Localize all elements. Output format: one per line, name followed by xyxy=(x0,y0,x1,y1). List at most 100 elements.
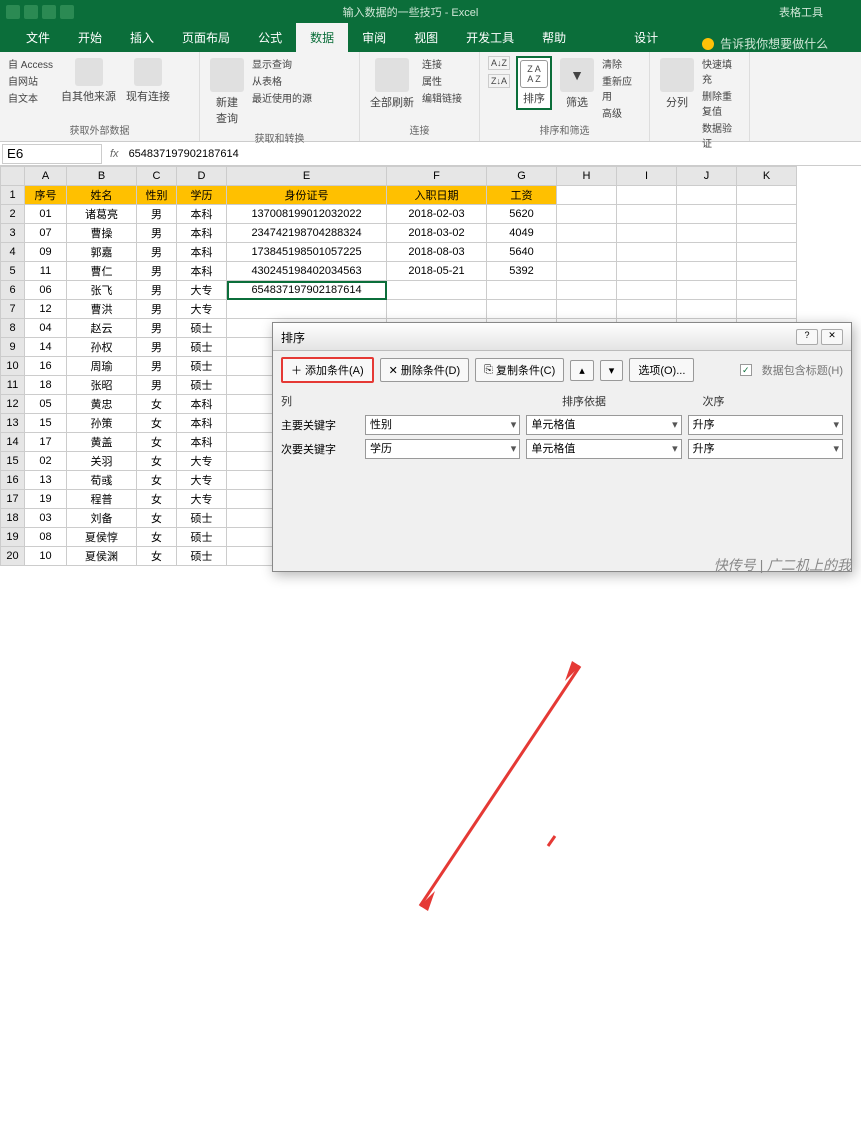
move-down-button[interactable]: ▾ xyxy=(600,360,624,381)
col-header-E[interactable]: E xyxy=(227,167,387,186)
dialog-close-icon[interactable]: ✕ xyxy=(821,329,843,345)
cell[interactable] xyxy=(557,243,617,262)
cell[interactable]: 诸葛亮 xyxy=(67,205,137,224)
cell[interactable] xyxy=(617,224,677,243)
from-table[interactable]: 从表格 xyxy=(252,73,312,88)
save-icon[interactable] xyxy=(6,5,20,19)
col-header-G[interactable]: G xyxy=(487,167,557,186)
cell[interactable]: 张昭 xyxy=(67,376,137,395)
text-to-cols[interactable]: 分列 xyxy=(658,56,696,112)
show-query[interactable]: 显示查询 xyxy=(252,56,312,71)
cell[interactable]: 本科 xyxy=(177,262,227,281)
cell[interactable]: 硕士 xyxy=(177,528,227,547)
qat-more-icon[interactable] xyxy=(60,5,74,19)
tell-me[interactable]: 告诉我你想要做什么 xyxy=(702,35,828,52)
cell[interactable]: 刘备 xyxy=(67,509,137,528)
cell[interactable]: 关羽 xyxy=(67,452,137,471)
tab-help[interactable]: 帮助 xyxy=(528,23,580,52)
cell[interactable]: 本科 xyxy=(177,243,227,262)
cell[interactable] xyxy=(557,224,617,243)
cell[interactable]: 男 xyxy=(137,376,177,395)
cell[interactable]: 07 xyxy=(25,224,67,243)
cell[interactable]: 05 xyxy=(25,395,67,414)
clear-filter[interactable]: 清除 xyxy=(602,56,641,71)
row-header[interactable]: 6 xyxy=(1,281,25,300)
cell[interactable] xyxy=(557,300,617,319)
move-up-button[interactable]: ▴ xyxy=(570,360,594,381)
filter-button[interactable]: ▼筛选 xyxy=(558,56,596,112)
basis2-select[interactable]: 单元格值 xyxy=(526,439,681,459)
cell[interactable]: 16 xyxy=(25,357,67,376)
cell[interactable]: 10 xyxy=(25,547,67,566)
from-text[interactable]: 自文本 xyxy=(8,90,53,105)
cell[interactable]: 2018-02-03 xyxy=(387,205,487,224)
cell[interactable]: 5620 xyxy=(487,205,557,224)
cell[interactable]: 12 xyxy=(25,300,67,319)
col-header-F[interactable]: F xyxy=(387,167,487,186)
table-header[interactable]: 身份证号 xyxy=(227,186,387,205)
cell[interactable]: 11 xyxy=(25,262,67,281)
cell[interactable]: 本科 xyxy=(177,433,227,452)
cell[interactable]: 曹洪 xyxy=(67,300,137,319)
cell[interactable]: 173845198501057225 xyxy=(227,243,387,262)
cell[interactable]: 大专 xyxy=(177,471,227,490)
cell[interactable]: 女 xyxy=(137,509,177,528)
cell[interactable]: 张飞 xyxy=(67,281,137,300)
cell[interactable] xyxy=(737,205,797,224)
cell[interactable]: 女 xyxy=(137,547,177,566)
cell[interactable]: 大专 xyxy=(177,300,227,319)
col-header-C[interactable]: C xyxy=(137,167,177,186)
cell[interactable] xyxy=(227,300,387,319)
fx-icon[interactable]: fx xyxy=(104,148,125,160)
cell[interactable]: 曹仁 xyxy=(67,262,137,281)
row-header[interactable]: 4 xyxy=(1,243,25,262)
cell[interactable] xyxy=(677,300,737,319)
row-header[interactable]: 9 xyxy=(1,338,25,357)
cell[interactable]: 孙策 xyxy=(67,414,137,433)
cell[interactable] xyxy=(737,262,797,281)
table-header[interactable]: 序号 xyxy=(25,186,67,205)
cell[interactable]: 夏侯渊 xyxy=(67,547,137,566)
cell[interactable]: 137008199012032022 xyxy=(227,205,387,224)
cell[interactable] xyxy=(677,205,737,224)
tab-layout[interactable]: 页面布局 xyxy=(168,23,244,52)
cell[interactable]: 06 xyxy=(25,281,67,300)
col-header-D[interactable]: D xyxy=(177,167,227,186)
cell[interactable]: 男 xyxy=(137,281,177,300)
cell[interactable]: 硕士 xyxy=(177,376,227,395)
col-header-A[interactable]: A xyxy=(25,167,67,186)
cell[interactable]: 男 xyxy=(137,357,177,376)
cell[interactable] xyxy=(677,243,737,262)
row-header[interactable]: 18 xyxy=(1,509,25,528)
formula-input[interactable]: 654837197902187614 xyxy=(125,146,861,162)
cell[interactable]: 234742198704288324 xyxy=(227,224,387,243)
order2-select[interactable]: 升序 xyxy=(688,439,843,459)
edit-links[interactable]: 编辑链接 xyxy=(422,90,462,105)
cell[interactable]: 孙权 xyxy=(67,338,137,357)
cell[interactable]: 654837197902187614 xyxy=(227,281,387,300)
col-header-I[interactable]: I xyxy=(617,167,677,186)
tab-dev[interactable]: 开发工具 xyxy=(452,23,528,52)
cell[interactable]: 03 xyxy=(25,509,67,528)
recent-src[interactable]: 最近使用的源 xyxy=(252,90,312,105)
sort-button[interactable]: Z AA Z排序 xyxy=(516,56,552,110)
cell[interactable]: 08 xyxy=(25,528,67,547)
cell[interactable] xyxy=(487,300,557,319)
cell[interactable]: 15 xyxy=(25,414,67,433)
cell[interactable]: 硕士 xyxy=(177,338,227,357)
cell[interactable]: 男 xyxy=(137,338,177,357)
cell[interactable]: 01 xyxy=(25,205,67,224)
tab-data[interactable]: 数据 xyxy=(296,23,348,52)
cell[interactable]: 19 xyxy=(25,490,67,509)
row-header[interactable]: 5 xyxy=(1,262,25,281)
row-header[interactable]: 10 xyxy=(1,357,25,376)
row-header[interactable]: 12 xyxy=(1,395,25,414)
tab-home[interactable]: 开始 xyxy=(64,23,116,52)
cell[interactable]: 2018-03-02 xyxy=(387,224,487,243)
cell[interactable]: 荀彧 xyxy=(67,471,137,490)
table-header[interactable]: 性别 xyxy=(137,186,177,205)
cell[interactable]: 17 xyxy=(25,433,67,452)
cell[interactable] xyxy=(737,281,797,300)
row-header[interactable]: 13 xyxy=(1,414,25,433)
reapply[interactable]: 重新应用 xyxy=(602,73,641,103)
